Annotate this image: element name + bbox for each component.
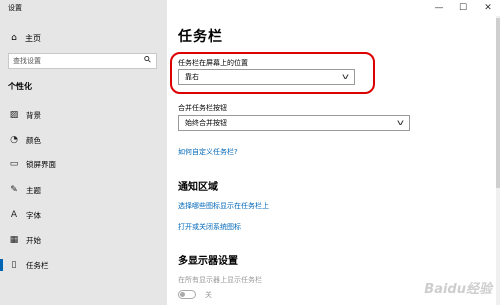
sidebar-item-lockscreen[interactable]: ▭ 锁屏界面: [0, 155, 167, 173]
font-icon: A: [10, 210, 18, 220]
show-all-displays-label: 在所有显示器上显示任务栏: [178, 276, 262, 284]
nav-home[interactable]: ⌂ 主页: [8, 30, 41, 46]
system-icons-link[interactable]: 打开或关闭系统图标: [178, 222, 241, 232]
scrollbar-thumb[interactable]: [496, 18, 500, 188]
scrollbar[interactable]: [496, 16, 500, 305]
sidebar-item-label: 开始: [26, 235, 41, 245]
taskbar-icon: ▯: [11, 260, 17, 270]
position-dropdown[interactable]: 靠右 v: [178, 69, 355, 85]
nav-home-label: 主页: [25, 33, 41, 43]
home-icon: ⌂: [11, 33, 17, 43]
select-icons-link[interactable]: 选择哪些图标显示在任务栏上: [178, 201, 269, 211]
selected-indicator: [0, 259, 3, 271]
position-value: 靠右: [185, 73, 199, 81]
multi-display-section-title: 多显示器设置: [178, 256, 238, 267]
sidebar-item-start[interactable]: ▦ 开始: [0, 231, 167, 249]
theme-icon: ✎: [10, 185, 18, 195]
sidebar-item-label: 颜色: [26, 135, 41, 145]
section-label: 个性化: [8, 82, 32, 91]
sidebar-item-themes[interactable]: ✎ 主题: [0, 181, 167, 199]
sidebar-item-colors[interactable]: ◔ 颜色: [0, 131, 167, 149]
sidebar-item-fonts[interactable]: A 字体: [0, 206, 167, 224]
position-label: 任务栏在屏幕上的位置: [178, 59, 248, 67]
sidebar-item-background[interactable]: ▨ 背景: [0, 106, 167, 124]
sidebar-item-label: 主题: [26, 185, 41, 195]
app-title: 设置: [8, 4, 22, 12]
main-content: 任务栏 任务栏在屏幕上的位置 靠右 v 合并任务栏按钮 始终合并按钮 v 如何自…: [167, 0, 500, 305]
chevron-down-icon: v: [342, 72, 350, 81]
watermark-logo: Baidu经验: [424, 282, 492, 297]
start-icon: ▦: [9, 235, 19, 245]
sidebar-item-label: 锁屏界面: [26, 159, 56, 169]
sidebar-item-label: 任务栏: [26, 260, 49, 270]
palette-icon: ◔: [10, 135, 18, 145]
combine-label: 合并任务栏按钮: [178, 104, 227, 112]
search-box[interactable]: ⚲: [8, 53, 157, 69]
sidebar: ⌂ 主页 ⚲ 个性化 ▨ 背景 ◔ 颜色 ▭ 锁屏界面 ✎ 主题 A 字体 ▦ …: [0, 0, 167, 305]
combine-value: 始终合并按钮: [185, 119, 227, 127]
toggle-state-label: 关: [205, 291, 212, 299]
chevron-down-icon: v: [397, 118, 405, 127]
search-icon[interactable]: ⚲: [143, 54, 155, 66]
customize-taskbar-link[interactable]: 如何自定义任务栏?: [178, 147, 238, 157]
sidebar-item-label: 字体: [26, 210, 41, 220]
show-all-displays-toggle[interactable]: [178, 290, 196, 299]
toggle-knob: [180, 292, 185, 297]
combine-dropdown[interactable]: 始终合并按钮 v: [178, 115, 410, 131]
monitor-icon: ▭: [9, 159, 19, 169]
sidebar-item-taskbar[interactable]: ▯ 任务栏: [0, 256, 167, 274]
page-title: 任务栏: [178, 29, 223, 45]
notification-section-title: 通知区域: [178, 182, 218, 193]
search-input[interactable]: [13, 54, 138, 68]
picture-icon: ▨: [9, 110, 19, 120]
sidebar-item-label: 背景: [26, 110, 41, 120]
